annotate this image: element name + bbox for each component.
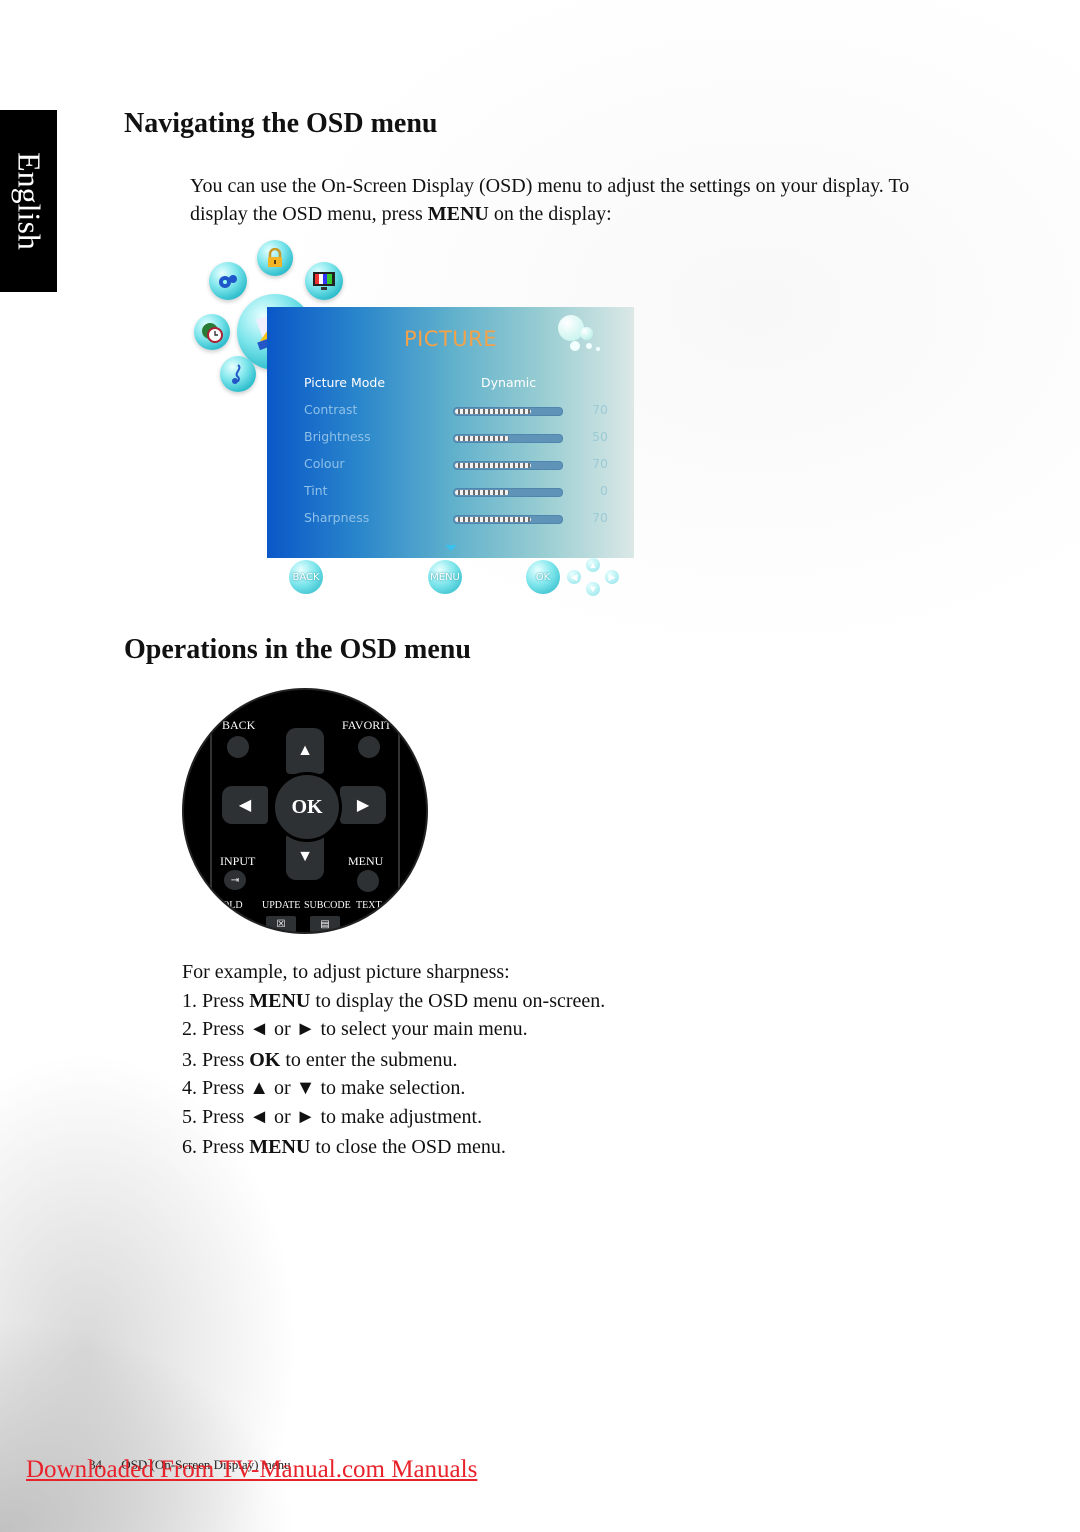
remote-menu-button[interactable]	[357, 870, 379, 892]
remote-subcode-label: SUBCODE	[304, 900, 351, 911]
download-source-link[interactable]: Downloaded From TV-Manual.com Manuals	[26, 1456, 477, 1484]
arrow-right-icon: ▶	[605, 570, 619, 584]
intro-paragraph: You can use the On-Screen Display (OSD) …	[190, 172, 930, 228]
tv-color-bars-icon	[305, 262, 343, 300]
osd-row-value: 70	[592, 510, 608, 525]
bubbles-decoration	[556, 313, 616, 355]
osd-slider-fill	[455, 436, 509, 441]
step-item: 2. Press ◄ or ► to select your main menu…	[182, 1018, 528, 1040]
osd-back-button[interactable]: BACK	[289, 560, 323, 594]
step-item: 6. Press MENU to close the OSD menu.	[182, 1136, 506, 1158]
arrow-down-icon: ▼	[586, 582, 600, 596]
osd-row-label: Contrast	[304, 402, 358, 417]
remote-up-button[interactable]: ▲	[286, 728, 324, 774]
osd-slider-fill	[455, 409, 531, 414]
section-heading-navigating: Navigating the OSD menu	[124, 108, 438, 139]
step-item: 3. Press OK to enter the submenu.	[182, 1048, 458, 1071]
remote-hold-label: OLD	[222, 900, 243, 911]
intro-text-end: on the display:	[488, 203, 612, 225]
menu-keyword: MENU	[427, 203, 489, 225]
osd-row-label: Picture Mode	[304, 375, 386, 390]
music-note-icon	[220, 356, 256, 392]
osd-row-label: Colour	[304, 456, 345, 471]
remote-favorite-label: FAVORIT	[342, 718, 392, 732]
remote-ok-button[interactable]: OK	[272, 772, 342, 842]
section-heading-operations: Operations in the OSD menu	[124, 634, 471, 665]
remote-back-button[interactable]	[227, 736, 249, 758]
remote-update-button[interactable]: ☒	[266, 916, 296, 932]
remote-right-button[interactable]: ▶	[340, 786, 386, 824]
globe-clock-icon	[194, 314, 230, 350]
osd-slider-fill	[455, 490, 509, 495]
osd-picture-panel: PICTURE Picture Mode Dynamic Contrast 70…	[267, 307, 634, 558]
osd-row-sharpness[interactable]: Sharpness 70	[304, 506, 624, 530]
osd-row-value: Dynamic	[481, 375, 537, 390]
osd-row-value: 70	[592, 456, 608, 471]
osd-slider-fill	[455, 517, 531, 522]
osd-menu-button[interactable]: MENU	[428, 560, 462, 594]
arrow-left-icon: ◀	[567, 570, 581, 584]
remote-left-button[interactable]: ◀	[222, 786, 268, 824]
osd-row-picture-mode[interactable]: Picture Mode Dynamic	[304, 371, 624, 395]
osd-row-contrast[interactable]: Contrast 70	[304, 398, 624, 422]
osd-ok-button[interactable]: OK	[526, 560, 560, 594]
osd-slider-fill	[455, 463, 531, 468]
osd-row-value: 0	[600, 483, 608, 498]
lock-icon	[257, 240, 293, 276]
osd-row-tint[interactable]: Tint 0	[304, 479, 624, 503]
osd-row-label: Sharpness	[304, 510, 370, 525]
osd-row-value: 50	[592, 429, 608, 444]
remote-input-label: INPUT	[220, 854, 256, 868]
input-source-icon[interactable]: ⇥	[224, 870, 246, 890]
osd-row-colour[interactable]: Colour 70	[304, 452, 624, 476]
remote-control-illustration: BACK FAVORIT ▲ ▼ ◀ ▶ OK INPUT MENU ⇥ OLD…	[182, 688, 428, 934]
language-label: English	[11, 152, 47, 250]
osd-slider[interactable]	[453, 461, 563, 470]
scroll-down-icon	[445, 545, 457, 551]
steps-intro: For example, to adjust picture sharpness…	[182, 961, 510, 983]
steps-list: For example, to adjust picture sharpness…	[182, 958, 742, 1162]
osd-row-value: 70	[592, 402, 608, 417]
remote-favorite-button[interactable]	[358, 736, 380, 758]
osd-menu-illustration: PICTURE Picture Mode Dynamic Contrast 70…	[190, 236, 650, 600]
step-item: 5. Press ◄ or ► to make adjustment.	[182, 1105, 483, 1128]
arrow-up-icon: ▲	[586, 558, 600, 572]
osd-row-label: Brightness	[304, 429, 371, 444]
remote-menu-label: MENU	[348, 854, 384, 868]
remote-subcode-button[interactable]: ▤	[310, 916, 340, 932]
osd-row-brightness[interactable]: Brightness 50	[304, 425, 624, 449]
remote-back-label: BACK	[222, 718, 256, 732]
osd-slider[interactable]	[453, 407, 563, 416]
step-item: 4. Press ▲ or ▼ to make selection.	[182, 1077, 466, 1099]
settings-gear-icon	[209, 262, 247, 300]
osd-direction-pad[interactable]: ◀ ▲ ▼ ▶	[567, 558, 619, 596]
osd-slider[interactable]	[453, 515, 563, 524]
step-item: 1. Press MENU to display the OSD menu on…	[182, 989, 606, 1012]
page-background	[0, 0, 1080, 1532]
osd-slider[interactable]	[453, 434, 563, 443]
osd-slider[interactable]	[453, 488, 563, 497]
remote-update-label: UPDATE	[262, 900, 301, 911]
language-tab: English	[0, 110, 57, 292]
osd-row-label: Tint	[304, 483, 328, 498]
remote-text-label: TEXT	[356, 900, 382, 911]
